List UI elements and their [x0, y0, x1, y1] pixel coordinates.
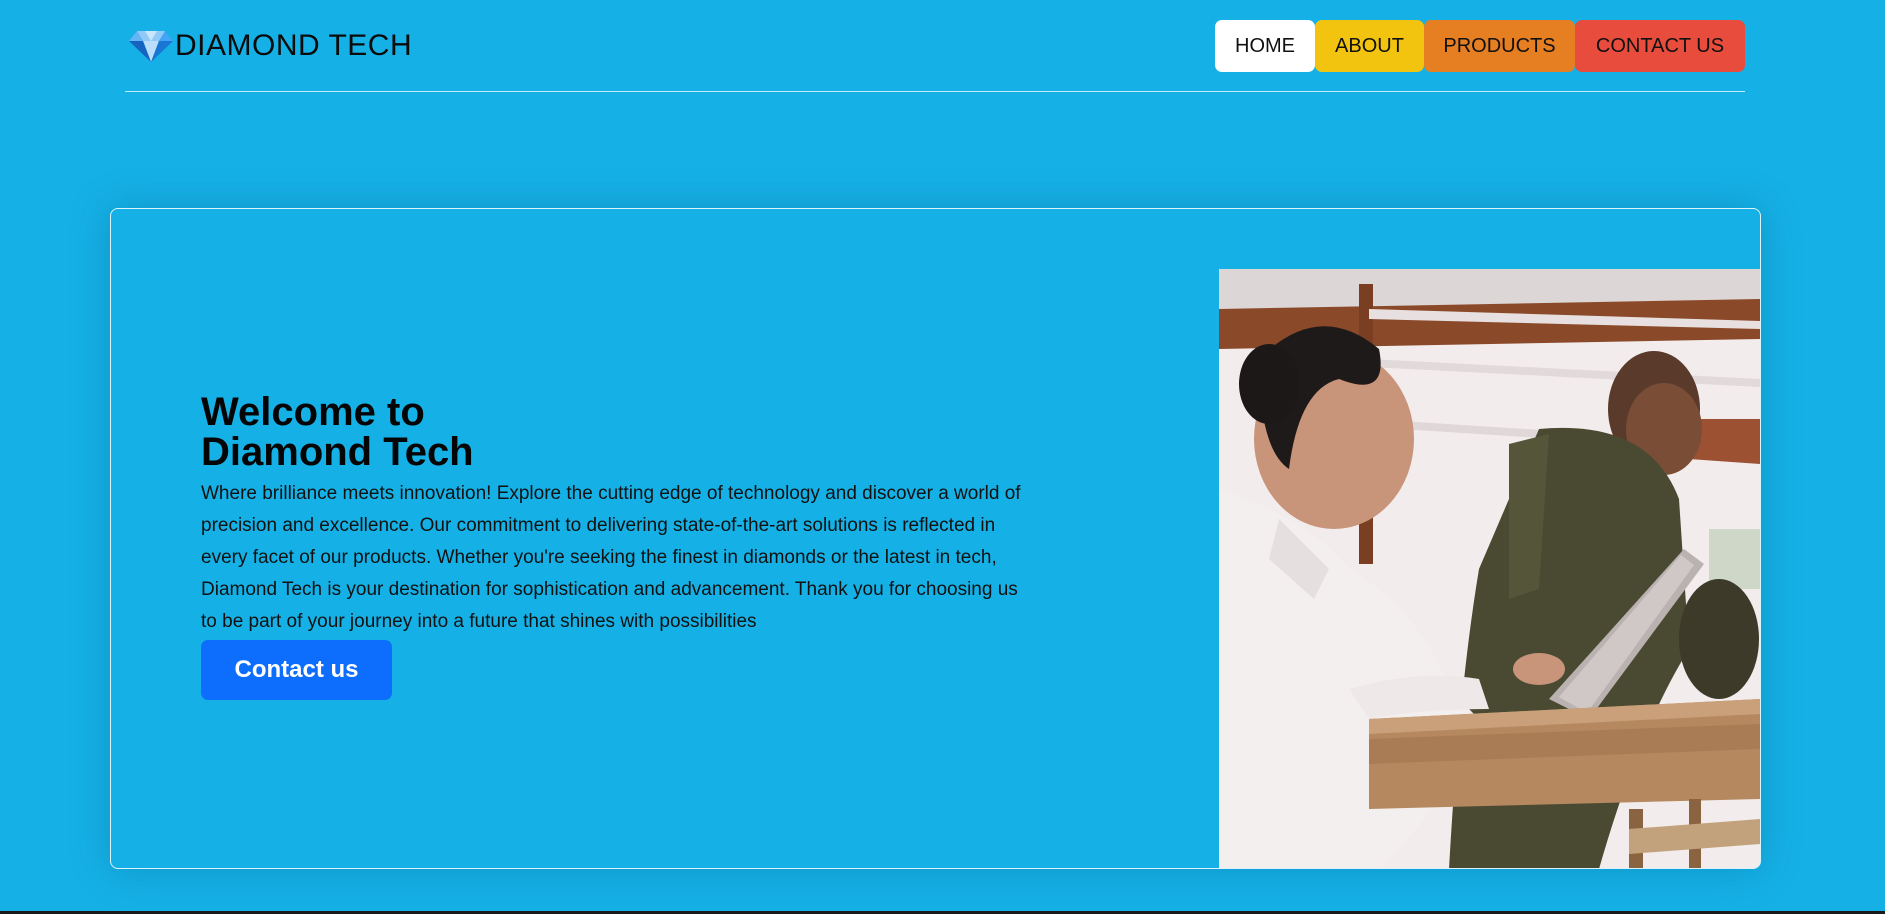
- hero-title-line1: Welcome to: [201, 390, 425, 434]
- hero-text: Welcome to Diamond Tech Where brilliance…: [201, 392, 1031, 700]
- diamond-icon: [129, 31, 173, 62]
- hero-description: Where brilliance meets innovation! Explo…: [201, 483, 1021, 632]
- brand-name: DIAMOND TECH: [175, 29, 413, 62]
- hero-title: Welcome to Diamond Tech: [201, 392, 1031, 472]
- hero-card: Welcome to Diamond Tech Where brilliance…: [110, 208, 1761, 869]
- nav-about-button[interactable]: ABOUT: [1315, 20, 1424, 72]
- nav-contact-button[interactable]: CONTACT US: [1575, 20, 1745, 72]
- site-header: DIAMOND TECH HOME ABOUT PRODUCTS CONTACT…: [125, 0, 1745, 92]
- two-women-working-on-laptop-photo: [1219, 269, 1760, 868]
- nav-products-button[interactable]: PRODUCTS: [1424, 20, 1575, 72]
- contact-us-button[interactable]: Contact us: [201, 640, 392, 700]
- main-nav: HOME ABOUT PRODUCTS CONTACT US: [1215, 20, 1745, 72]
- hero-photo: [1219, 269, 1760, 868]
- hero-title-line2: Diamond Tech: [201, 430, 474, 474]
- nav-home-button[interactable]: HOME: [1215, 20, 1315, 72]
- brand-logo[interactable]: DIAMOND TECH: [129, 29, 412, 63]
